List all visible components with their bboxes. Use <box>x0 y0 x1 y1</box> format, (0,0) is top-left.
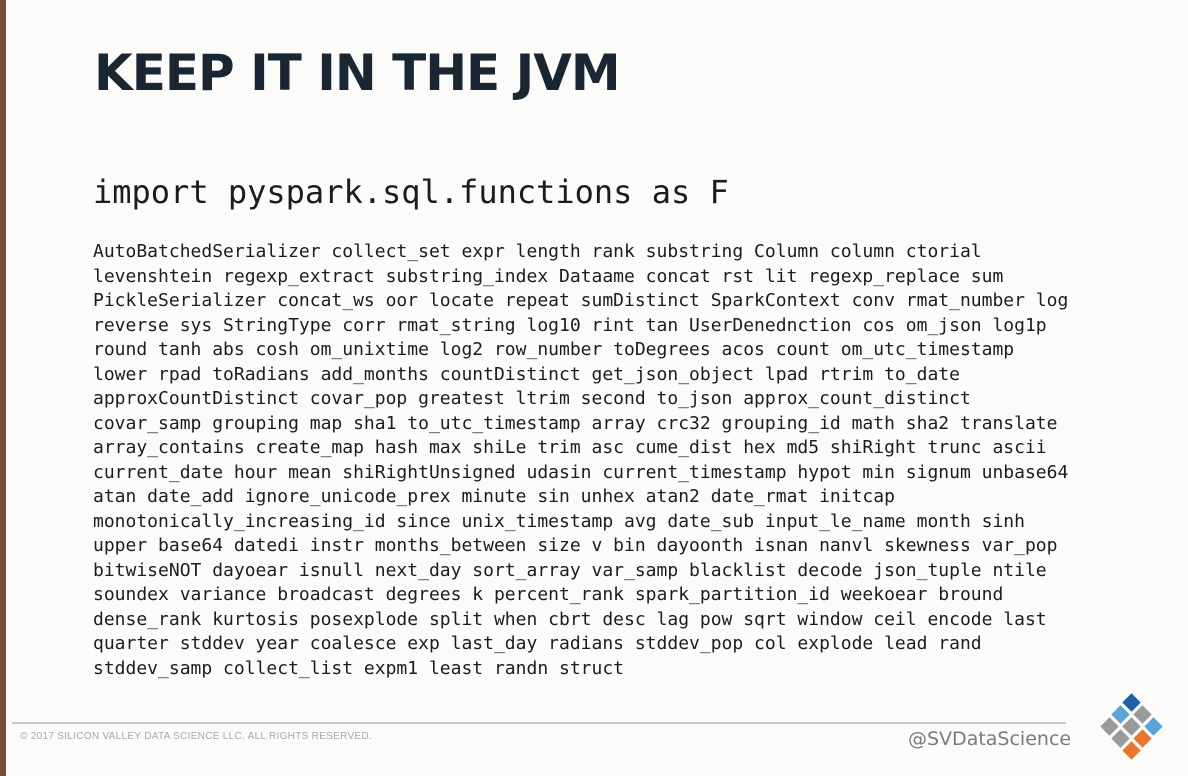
import-statement: import pyspark.sql.functions as F <box>93 173 729 211</box>
footer-divider <box>12 722 1066 724</box>
function-list: AutoBatchedSerializer collect_set expr l… <box>93 240 1068 681</box>
function-list-line: stddev_samp collect_list expm1 least ran… <box>93 657 625 679</box>
function-list-line: PickleSerializer concat_ws oor locate re… <box>93 290 1069 311</box>
function-list-line: lower rpad toRadians add_months countDis… <box>93 363 960 385</box>
presentation-slide: KEEP IT IN THE JVM import pyspark.sql.fu… <box>6 0 1188 776</box>
function-list-line: covar_samp grouping map sha1 to_utc_time… <box>93 412 1058 434</box>
function-list-line: soundex variance broadcast degrees k per… <box>93 584 1004 605</box>
function-list-line: quarter stddev year coalesce exp last_da… <box>93 633 982 654</box>
function-list-line: levenshtein regexp_extract substring_ind… <box>93 265 1004 287</box>
function-list-line: current_date hour mean shiRightUnsigned … <box>93 461 1069 483</box>
slide-title: KEEP IT IN THE JVM <box>94 44 621 102</box>
function-list-line: reverse sys StringType corr rmat_string … <box>93 314 1047 336</box>
function-list-line: round tanh abs cosh om_unixtime log2 row… <box>93 339 1015 360</box>
function-list-line: dense_rank kurtosis posexplode split whe… <box>93 608 1047 630</box>
function-list-line: bitwiseNOT dayoear isnull next_day sort_… <box>93 559 1047 581</box>
function-list-line: AutoBatchedSerializer collect_set expr l… <box>93 241 982 262</box>
function-list-line: upper base64 datedi instr months_between… <box>93 535 1058 556</box>
function-list-line: approxCountDistinct covar_pop greatest l… <box>93 388 971 409</box>
svds-diamond-logo-icon <box>1096 693 1168 764</box>
function-list-line: monotonically_increasing_id since unix_t… <box>93 510 1025 532</box>
copyright-notice: © 2017 SILICON VALLEY DATA SCIENCE LLC. … <box>20 731 372 742</box>
twitter-handle: @SVDataScience <box>908 728 1072 750</box>
function-list-line: atan date_add ignore_unicode_prex minute… <box>93 486 895 507</box>
function-list-line: array_contains create_map hash max shiLe… <box>93 437 1047 458</box>
